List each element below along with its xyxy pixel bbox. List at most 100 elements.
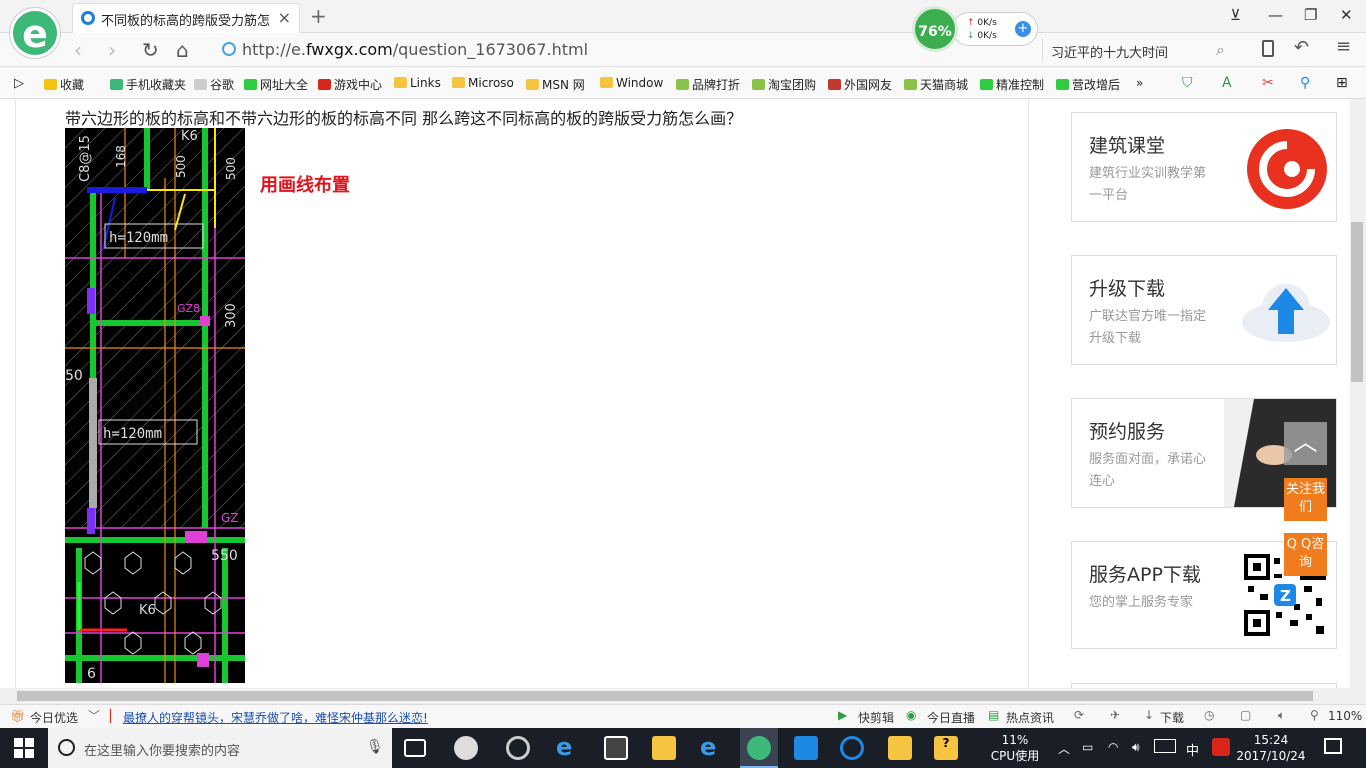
undo-icon[interactable]: ↶: [1294, 37, 1309, 58]
bookmark-item[interactable]: 外国网友: [828, 76, 892, 93]
restore-icon[interactable]: ▢: [1240, 708, 1251, 722]
bookmarks-more-icon[interactable]: »: [1136, 76, 1143, 90]
card-upgrade-download[interactable]: 升级下载 广联达官方唯一指定升级下载: [1071, 255, 1337, 365]
card-architecture-class[interactable]: 建筑课堂 建筑行业实训教学第一平台: [1071, 112, 1337, 222]
secure-icon: [222, 42, 236, 56]
bookmark-item[interactable]: 天猫商城: [904, 76, 968, 93]
windows-start-icon[interactable]: [14, 738, 34, 758]
sidebar-toggle-icon[interactable]: ▷: [14, 76, 24, 91]
store-icon[interactable]: [604, 736, 628, 760]
tab-close-icon[interactable]: ×: [278, 8, 291, 27]
qq-consult-button[interactable]: Q Q咨询: [1284, 533, 1327, 576]
horizontal-scroll-thumb[interactable]: [17, 691, 1313, 701]
clock[interactable]: 15:24 2017/10/24: [1236, 732, 1306, 764]
edge-browser-icon[interactable]: e: [556, 733, 580, 761]
phone-icon[interactable]: [1262, 40, 1274, 57]
help-app-icon[interactable]: ?: [934, 736, 958, 760]
bookmark-item[interactable]: 精准控制: [980, 76, 1044, 93]
close-window-button[interactable]: ✕: [1340, 6, 1353, 24]
file-explorer-icon[interactable]: [652, 736, 676, 760]
bookmark-item[interactable]: Microso: [452, 76, 514, 90]
bookmark-item[interactable]: 淘宝团购: [752, 76, 816, 93]
sogou-ime-icon[interactable]: [1212, 738, 1230, 756]
bookmark-item[interactable]: 收藏: [44, 76, 84, 93]
keyboard-icon[interactable]: [1154, 739, 1176, 753]
upload-speed: 0K/s: [977, 18, 997, 28]
taskbar: 在这里输入你要搜索的内容 🎙︎ e e ? 11% CPU使用 ︿ ▭ ◠ 🔊︎…: [0, 728, 1366, 768]
bookmark-label: 外国网友: [844, 78, 893, 92]
browser-logo-icon[interactable]: e: [10, 8, 60, 58]
status-item[interactable]: 下载: [1160, 709, 1184, 726]
bookmark-icon: [980, 79, 993, 90]
vertical-scroll-thumb[interactable]: [1351, 222, 1363, 382]
url-input[interactable]: http://e.fwxgx.com/question_1673067.html: [222, 40, 882, 62]
home-icon[interactable]: ⌂: [176, 38, 189, 62]
scissors-icon[interactable]: ✂: [1262, 75, 1274, 91]
speedup-icon[interactable]: ⟳: [1074, 708, 1084, 722]
status-item[interactable]: 今日直播: [927, 709, 975, 726]
microphone-icon[interactable]: 🎙︎: [366, 739, 384, 755]
bookmark-item[interactable]: 谷歌: [194, 76, 234, 93]
gift-icon: 🎁︎: [10, 709, 26, 723]
teamviewer-icon[interactable]: [794, 736, 818, 760]
magnifier-icon[interactable]: ⚲: [1300, 75, 1310, 91]
shield-icon[interactable]: ⛉: [1182, 75, 1193, 91]
tray-expand-icon[interactable]: ︿: [1058, 740, 1070, 757]
wifi-icon[interactable]: ◠: [1108, 740, 1118, 754]
maximize-button[interactable]: ❐: [1304, 6, 1317, 24]
bookmark-item[interactable]: Links: [394, 76, 441, 90]
bookmark-item[interactable]: 品牌打折: [676, 76, 740, 93]
bookmark-item[interactable]: Window: [600, 76, 663, 90]
bookmark-item[interactable]: 网址大全: [244, 76, 308, 93]
forward-icon[interactable]: ›: [108, 38, 116, 62]
bookmark-item[interactable]: 手机收藏夹: [110, 76, 186, 93]
taskbar-search-input[interactable]: 在这里输入你要搜索的内容 🎙︎: [48, 728, 392, 768]
bookmark-label: Window: [616, 76, 664, 90]
notification-icon[interactable]: [1324, 738, 1342, 754]
browser-taskbar-icon[interactable]: [747, 736, 771, 760]
tab-active[interactable]: 不同板的标高的跨版受力筋怎么画 ×: [72, 3, 300, 33]
search-input[interactable]: 习近平的十九大时间: [1042, 38, 1240, 62]
spiral-app-icon[interactable]: [506, 736, 530, 760]
bookmark-item[interactable]: 游戏中心: [318, 76, 382, 93]
translate-icon[interactable]: A: [1222, 75, 1232, 91]
cpu-meter[interactable]: 11% CPU使用: [990, 732, 1040, 764]
sidebar: 建筑课堂 建筑行业实训教学第一平台 升级下载 广联达官方唯一指定升级下载 预约服…: [1030, 99, 1350, 689]
tools-icon[interactable]: ✈: [1110, 708, 1120, 722]
speed-widget[interactable]: ↑ 0K/s ↓ 0K/s + 76%: [912, 6, 1038, 52]
mute-icon[interactable]: 🔈︎: [1278, 708, 1285, 723]
battery-icon[interactable]: ▭: [1082, 740, 1093, 754]
volume-icon[interactable]: 🔊︎: [1132, 740, 1140, 755]
menu-icon[interactable]: ≡: [1336, 36, 1351, 57]
chevron-down-icon[interactable]: ﹀: [88, 707, 100, 724]
status-item[interactable]: 热点资讯: [1006, 709, 1054, 726]
bookmark-item[interactable]: MSN 网: [526, 76, 585, 93]
follow-us-button[interactable]: 关注我们: [1284, 478, 1327, 521]
download-speed: 0K/s: [977, 31, 997, 41]
ie-icon[interactable]: e: [700, 733, 724, 761]
bookmark-label: MSN 网: [542, 78, 585, 92]
zoom-level[interactable]: 110%: [1328, 709, 1362, 723]
zoom-icon[interactable]: ⚲: [1310, 708, 1319, 722]
search-icon[interactable]: ⌕: [1216, 40, 1225, 60]
ime-indicator[interactable]: 中: [1186, 740, 1199, 759]
minimize-button[interactable]: —: [1268, 6, 1283, 24]
news-headline-link[interactable]: 最撩人的穿帮镜头，宋慧乔做了啥，难怪宋仲基那么迷恋!: [123, 709, 428, 726]
history-icon[interactable]: ◷: [1204, 708, 1214, 722]
accelerate-icon[interactable]: +: [1015, 21, 1031, 37]
bookmark-label: 谷歌: [210, 78, 235, 92]
vertical-scrollbar[interactable]: [1350, 99, 1366, 689]
status-item[interactable]: 快剪辑: [858, 709, 894, 726]
back-icon[interactable]: ‹: [74, 38, 82, 62]
new-tab-button[interactable]: +: [310, 4, 327, 28]
window-menu-button[interactable]: ⊻: [1230, 6, 1241, 24]
pinwheel-app-icon[interactable]: [454, 736, 478, 760]
refresh-icon[interactable]: ↻: [142, 38, 159, 62]
task-view-icon[interactable]: [404, 739, 426, 757]
glodon-app-icon[interactable]: [840, 736, 864, 760]
notes-app-icon[interactable]: [888, 736, 912, 760]
back-to-top-button[interactable]: ︿: [1284, 422, 1327, 465]
today-picks[interactable]: 今日优选: [30, 709, 78, 726]
apps-grid-icon[interactable]: ⊞: [1336, 75, 1348, 91]
bookmark-item[interactable]: 营改增后: [1056, 76, 1120, 93]
